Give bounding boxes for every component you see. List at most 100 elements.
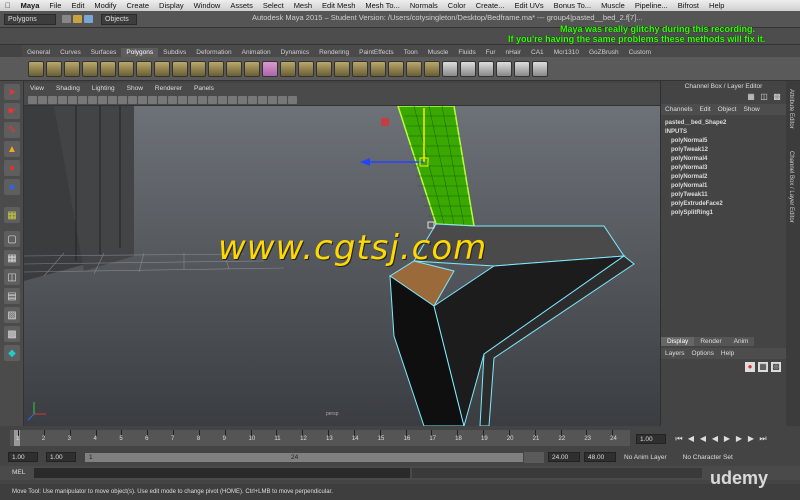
vp-menu-show[interactable]: Show bbox=[121, 85, 149, 92]
new-layer-icon[interactable]: ● bbox=[745, 362, 755, 372]
shelf-tab-fluids[interactable]: Fluids bbox=[453, 48, 480, 57]
separate-icon[interactable] bbox=[244, 60, 260, 77]
input-item[interactable]: polyNormal5 bbox=[665, 137, 782, 146]
input-item[interactable]: polyTweak12 bbox=[665, 146, 782, 155]
vp-menu-renderer[interactable]: Renderer bbox=[149, 85, 188, 92]
shadows-icon[interactable] bbox=[208, 95, 217, 104]
poly-cube-icon[interactable] bbox=[46, 60, 62, 77]
xray-icon[interactable] bbox=[268, 95, 277, 104]
shelf-tab-polygons[interactable]: Polygons bbox=[121, 48, 159, 57]
menu-select[interactable]: Select bbox=[258, 1, 289, 10]
poly-plane-icon[interactable] bbox=[100, 60, 116, 77]
menu-mesh[interactable]: Mesh bbox=[289, 1, 317, 10]
wireframe-icon[interactable] bbox=[158, 95, 167, 104]
cb-menu-edit[interactable]: Edit bbox=[699, 106, 710, 113]
grease-pencil-icon[interactable] bbox=[78, 95, 87, 104]
poly-soccer-ball-icon[interactable] bbox=[208, 60, 224, 77]
shelf-tab-gozbrush[interactable]: GoZBrush bbox=[584, 48, 624, 57]
two-view-icon[interactable]: ◫ bbox=[4, 269, 20, 285]
input-item[interactable]: polyNormal4 bbox=[665, 155, 782, 164]
insert-edge-loop-icon[interactable] bbox=[388, 60, 404, 77]
menu-pipeline[interactable]: Pipeline... bbox=[630, 1, 673, 10]
safe-title-icon[interactable] bbox=[148, 95, 157, 104]
layer-tab-render[interactable]: Render bbox=[694, 337, 728, 346]
menu-display[interactable]: Display bbox=[154, 1, 189, 10]
menu-modify[interactable]: Modify bbox=[89, 1, 121, 10]
depth-of-field-icon[interactable] bbox=[248, 95, 257, 104]
go-to-end-icon[interactable]: ⏭ bbox=[758, 434, 768, 444]
select-camera-icon[interactable] bbox=[28, 95, 37, 104]
graph-persp-icon[interactable]: ▨ bbox=[4, 307, 20, 323]
shelf-tab-custom[interactable]: Custom bbox=[624, 48, 656, 57]
merge-vertices-icon[interactable] bbox=[424, 60, 440, 77]
2d-pan-zoom-icon[interactable] bbox=[68, 95, 77, 104]
play-forward-icon[interactable]: ▶ bbox=[722, 434, 732, 444]
menu-edit-uvs[interactable]: Edit UVs bbox=[509, 1, 548, 10]
save-scene-icon[interactable] bbox=[84, 15, 93, 23]
layer-editor-toggle-icon[interactable]: ◫ bbox=[759, 92, 769, 102]
hypershade-persp-icon[interactable]: ▩ bbox=[4, 326, 20, 342]
menu-color[interactable]: Color bbox=[443, 1, 471, 10]
menu-help[interactable]: Help bbox=[704, 1, 729, 10]
object-name[interactable]: pasted__bed_Shape2 bbox=[665, 119, 782, 128]
menu-file[interactable]: File bbox=[44, 1, 66, 10]
time-slider[interactable]: 1 2 3 4 5 6 7 8 9 10 11 12 13 14 15 16 17 18 19 20 21 22 23 24 bbox=[10, 430, 630, 446]
both-toggle-icon[interactable]: ▩ bbox=[772, 92, 782, 102]
shelf-tab-fur[interactable]: Fur bbox=[481, 48, 501, 57]
menu-app[interactable]: Maya bbox=[16, 1, 45, 10]
xray-joints-icon[interactable] bbox=[278, 95, 287, 104]
apple-icon[interactable]:  bbox=[0, 1, 16, 10]
cylindrical-mapping-icon[interactable] bbox=[460, 60, 476, 77]
shelf-tab-dynamics[interactable]: Dynamics bbox=[276, 48, 315, 57]
rotate-tool-icon[interactable]: ● bbox=[4, 160, 20, 176]
automatic-mapping-icon[interactable] bbox=[496, 60, 512, 77]
motion-blur-icon[interactable] bbox=[228, 95, 237, 104]
poly-torus-icon[interactable] bbox=[118, 60, 134, 77]
custom-layout-icon[interactable]: ◆ bbox=[4, 345, 20, 361]
gate-mask-icon[interactable] bbox=[118, 95, 127, 104]
last-tool-icon[interactable]: ▦ bbox=[4, 207, 20, 223]
move-tool-icon[interactable]: ▲ bbox=[4, 141, 20, 157]
input-item[interactable]: polySplitRing1 bbox=[665, 209, 782, 218]
four-view-icon[interactable]: ▦ bbox=[4, 250, 20, 266]
shelf-tab-painteffects[interactable]: PaintEffects bbox=[354, 48, 399, 57]
offset-edge-loop-icon[interactable] bbox=[406, 60, 422, 77]
menu-mesh-tools[interactable]: Mesh To... bbox=[360, 1, 404, 10]
playback-end-field[interactable]: 24.00 bbox=[548, 452, 580, 462]
channel-box-toggle-icon[interactable]: ▦ bbox=[746, 92, 756, 102]
attribute-editor-tab[interactable]: Attribute Editor bbox=[788, 89, 794, 129]
shelf-tab-surfaces[interactable]: Surfaces bbox=[86, 48, 122, 57]
append-polygon-icon[interactable] bbox=[352, 60, 368, 77]
current-frame-field[interactable]: 1.00 bbox=[636, 434, 666, 444]
menu-normals[interactable]: Normals bbox=[405, 1, 443, 10]
image-plane-icon[interactable] bbox=[58, 95, 67, 104]
shelf-tab-mcr1310[interactable]: Mcr1310 bbox=[549, 48, 584, 57]
anim-end-field[interactable]: 48.00 bbox=[584, 452, 616, 462]
layer-menu-options[interactable]: Options bbox=[692, 350, 714, 357]
mirror-geometry-icon[interactable] bbox=[262, 60, 278, 77]
anim-layer-dropdown[interactable]: No Anim Layer bbox=[624, 454, 667, 461]
lasso-tool-icon[interactable]: ☛ bbox=[4, 103, 20, 119]
split-polygon-icon[interactable] bbox=[370, 60, 386, 77]
scale-tool-icon[interactable]: ■ bbox=[4, 179, 20, 195]
vp-menu-lighting[interactable]: Lighting bbox=[86, 85, 121, 92]
ambient-occlusion-icon[interactable] bbox=[218, 95, 227, 104]
shelf-tab-deformation[interactable]: Deformation bbox=[191, 48, 236, 57]
bookmarks-icon[interactable] bbox=[48, 95, 57, 104]
cb-menu-channels[interactable]: Channels bbox=[665, 106, 692, 113]
shelf-tab-rendering[interactable]: Rendering bbox=[314, 48, 354, 57]
use-all-lights-icon[interactable] bbox=[198, 95, 207, 104]
shelf-tab-subdivs[interactable]: Subdivs bbox=[158, 48, 191, 57]
poly-cylinder-icon[interactable] bbox=[64, 60, 80, 77]
anti-aliasing-icon[interactable] bbox=[238, 95, 247, 104]
menu-muscle[interactable]: Muscle bbox=[596, 1, 630, 10]
smooth-shade-icon[interactable] bbox=[168, 95, 177, 104]
input-item[interactable]: polyExtrudeFace2 bbox=[665, 200, 782, 209]
bridge-icon[interactable] bbox=[334, 60, 350, 77]
poly-pyramid-icon[interactable] bbox=[154, 60, 170, 77]
shelf-tab-curves[interactable]: Curves bbox=[55, 48, 86, 57]
layer-menu-layers[interactable]: Layers bbox=[665, 350, 685, 357]
menu-create[interactable]: Create bbox=[122, 1, 155, 10]
single-view-icon[interactable]: ▢ bbox=[4, 231, 20, 247]
smooth-icon[interactable] bbox=[280, 60, 296, 77]
